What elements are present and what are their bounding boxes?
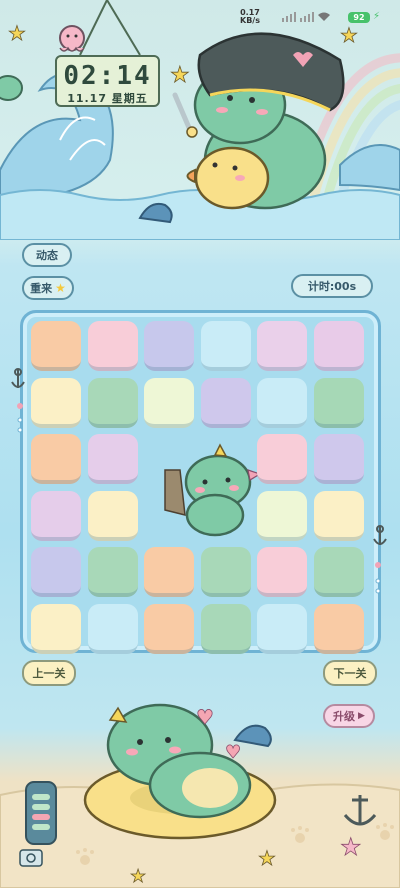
beach-scene-illustration: ♥ ♥ ★ ★ ★ — [0, 703, 400, 888]
puzzle-tile[interactable] — [257, 377, 307, 428]
puzzle-tile[interactable] — [31, 490, 81, 541]
puzzle-tile[interactable] — [144, 603, 194, 654]
clock-date: 11.17 星期五 — [67, 92, 148, 105]
puzzle-tile[interactable] — [87, 547, 138, 597]
puzzle-tile[interactable] — [31, 321, 81, 371]
puzzle-tile[interactable] — [257, 547, 307, 597]
svg-text:★: ★ — [340, 23, 358, 47]
center-dino-illustration — [160, 430, 270, 540]
puzzle-tile[interactable] — [144, 377, 194, 428]
puzzle-tile[interactable] — [313, 434, 364, 484]
dynamic-button[interactable]: 动态 — [22, 243, 72, 267]
puzzle-tile[interactable] — [87, 321, 138, 371]
timer-display: 计时:00s — [291, 274, 373, 298]
svg-text:★: ★ — [170, 63, 190, 88]
pirate-scene-illustration: ★ ★ ★ — [0, 0, 400, 240]
puzzle-tile[interactable] — [313, 547, 364, 597]
anchor-icon — [11, 368, 25, 433]
svg-text:★: ★ — [130, 866, 146, 887]
svg-text:♥: ♥ — [196, 705, 214, 729]
star-icon: ★ — [55, 281, 66, 295]
puzzle-tile[interactable] — [87, 434, 138, 484]
puzzle-tile[interactable] — [313, 321, 364, 371]
puzzle-tile[interactable] — [200, 321, 251, 371]
svg-text:★: ★ — [8, 21, 26, 45]
puzzle-tile[interactable] — [313, 377, 364, 428]
puzzle-tile[interactable] — [200, 603, 251, 654]
prev-level-button[interactable]: 上一关 — [22, 660, 76, 686]
puzzle-tile[interactable] — [87, 490, 138, 541]
puzzle-tile[interactable] — [87, 603, 138, 654]
puzzle-board — [20, 310, 381, 654]
puzzle-tile[interactable] — [87, 377, 138, 428]
reset-button[interactable]: 重来 ★ — [22, 276, 74, 300]
puzzle-tile[interactable] — [313, 603, 364, 654]
puzzle-tile[interactable] — [313, 490, 364, 541]
puzzle-tile[interactable] — [257, 490, 307, 541]
puzzle-tile[interactable] — [31, 603, 81, 654]
svg-text:♥: ♥ — [225, 742, 241, 763]
puzzle-tile[interactable] — [31, 377, 81, 428]
puzzle-tile[interactable] — [144, 547, 194, 597]
puzzle-tile[interactable] — [200, 377, 251, 428]
puzzle-tile[interactable] — [144, 321, 194, 371]
svg-text:★: ★ — [340, 833, 362, 861]
clock-time: 02:14 — [63, 61, 152, 91]
clock-sign: 02:14 11.17 星期五 — [55, 55, 160, 107]
anchor-icon — [373, 525, 387, 594]
puzzle-tile[interactable] — [257, 434, 307, 484]
next-level-button[interactable]: 下一关 — [323, 660, 377, 686]
puzzle-tile[interactable] — [257, 321, 307, 371]
puzzle-tile[interactable] — [31, 547, 81, 597]
svg-text:★: ★ — [258, 846, 276, 870]
puzzle-tile[interactable] — [257, 603, 307, 654]
puzzle-tile[interactable] — [200, 547, 251, 597]
puzzle-tile[interactable] — [31, 434, 81, 484]
